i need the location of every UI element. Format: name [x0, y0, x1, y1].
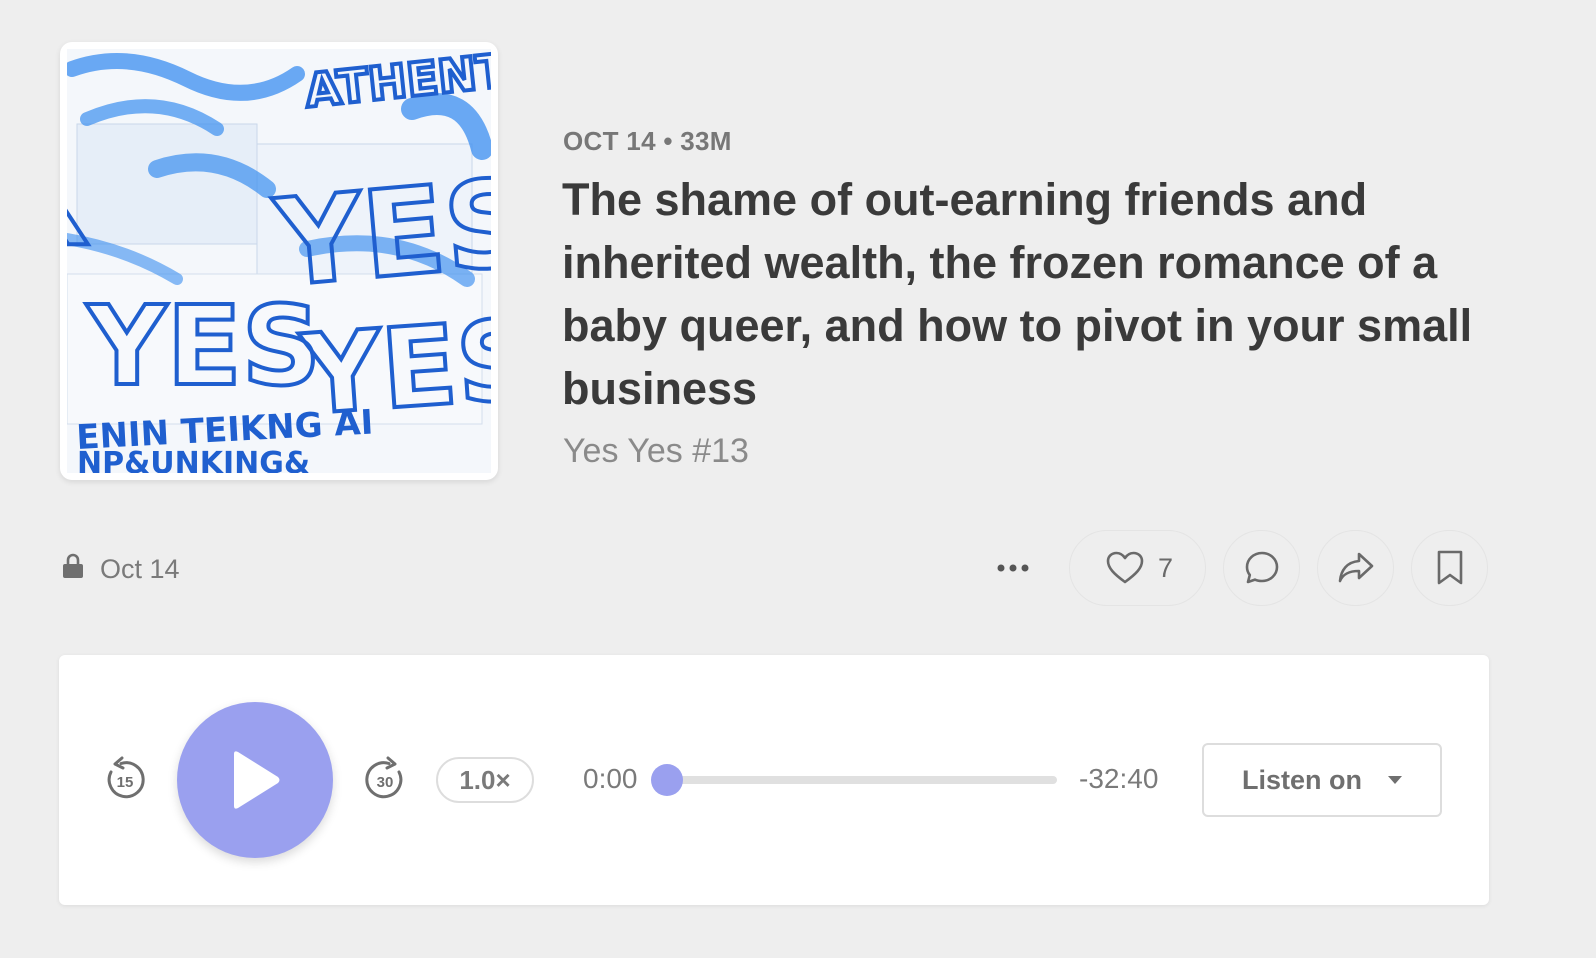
- skip-forward-label: 30: [377, 774, 394, 791]
- skip-back-label: 15: [117, 774, 134, 791]
- like-count: 7: [1157, 552, 1174, 583]
- like-button[interactable]: 7: [1069, 530, 1206, 606]
- share-icon: [1338, 552, 1373, 583]
- comment-icon: [1245, 551, 1278, 584]
- audio-player: 15 30 1.0× 0:00 -32:40 Listen on: [59, 655, 1489, 905]
- bookmark-button[interactable]: [1411, 530, 1488, 606]
- bookmark-icon: [1437, 550, 1462, 585]
- progress-bar[interactable]: [651, 764, 1057, 796]
- podcast-cover-art: ATHENT YES YES YES YES ENIN TEIKNG AI NP…: [60, 42, 498, 480]
- skip-forward-30-button[interactable]: 30: [361, 756, 409, 804]
- remaining-time: -32:40: [1079, 763, 1159, 794]
- cover-art-image: ATHENT YES YES YES YES ENIN TEIKNG AI NP…: [67, 49, 491, 473]
- forward-30-icon: 30: [365, 756, 403, 799]
- comment-button[interactable]: [1223, 530, 1300, 606]
- post-actions: 7: [0, 530, 1596, 606]
- play-icon: [234, 751, 280, 809]
- episode-subtitle: Yes Yes #13: [563, 432, 749, 470]
- skip-back-15-button[interactable]: 15: [101, 756, 149, 804]
- svg-text:YES: YES: [85, 282, 321, 410]
- more-options-button[interactable]: [985, 548, 1041, 588]
- listen-on-label: Listen on: [1242, 764, 1362, 795]
- caret-down-icon: [1388, 776, 1402, 784]
- heart-icon: [1106, 551, 1144, 584]
- svg-text:NP&UNKING&: NP&UNKING&: [77, 446, 310, 473]
- current-time: 0:00: [583, 763, 638, 794]
- play-button[interactable]: [177, 702, 333, 858]
- episode-title[interactable]: The shame of out-earning friends and inh…: [562, 168, 1522, 420]
- more-icon: [997, 564, 1029, 572]
- episode-meta: OCT 14 • 33M: [563, 126, 732, 156]
- playback-speed-button[interactable]: 1.0×: [436, 757, 534, 803]
- listen-on-dropdown[interactable]: Listen on: [1202, 743, 1442, 817]
- progress-handle[interactable]: [651, 764, 683, 796]
- svg-text:YES: YES: [67, 151, 88, 263]
- rewind-15-icon: 15: [107, 756, 145, 799]
- share-button[interactable]: [1317, 530, 1394, 606]
